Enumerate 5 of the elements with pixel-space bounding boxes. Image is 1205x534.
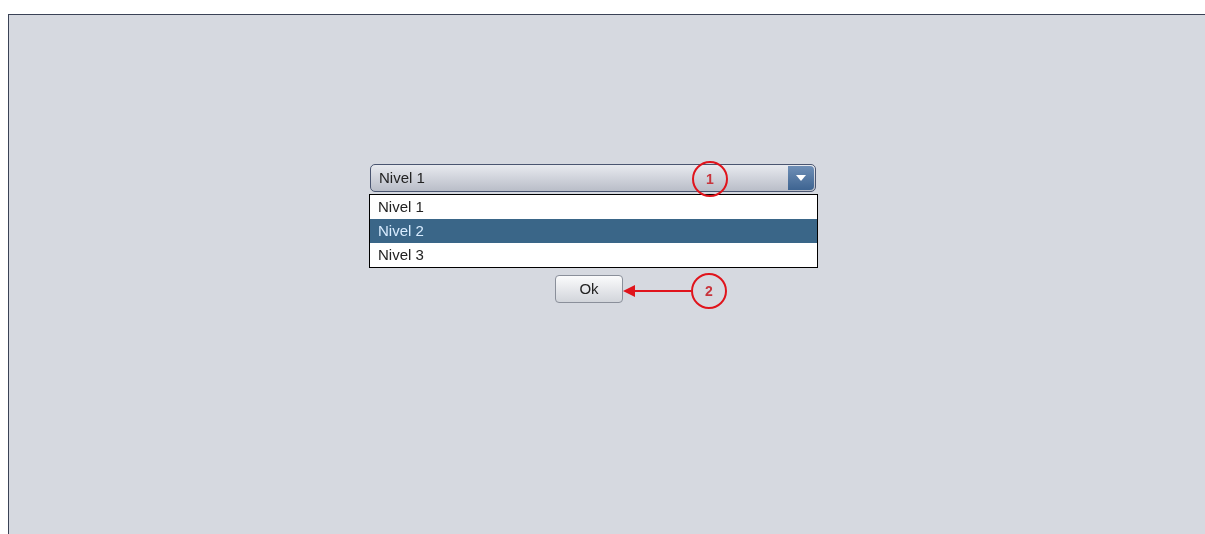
callout-number: 1 <box>692 161 728 197</box>
callout-number: 2 <box>691 273 727 309</box>
dropdown-value: Nivel 1 <box>379 167 425 188</box>
dropdown-option[interactable]: Nivel 2 <box>370 219 817 243</box>
ok-button[interactable]: Ok <box>555 275 623 303</box>
